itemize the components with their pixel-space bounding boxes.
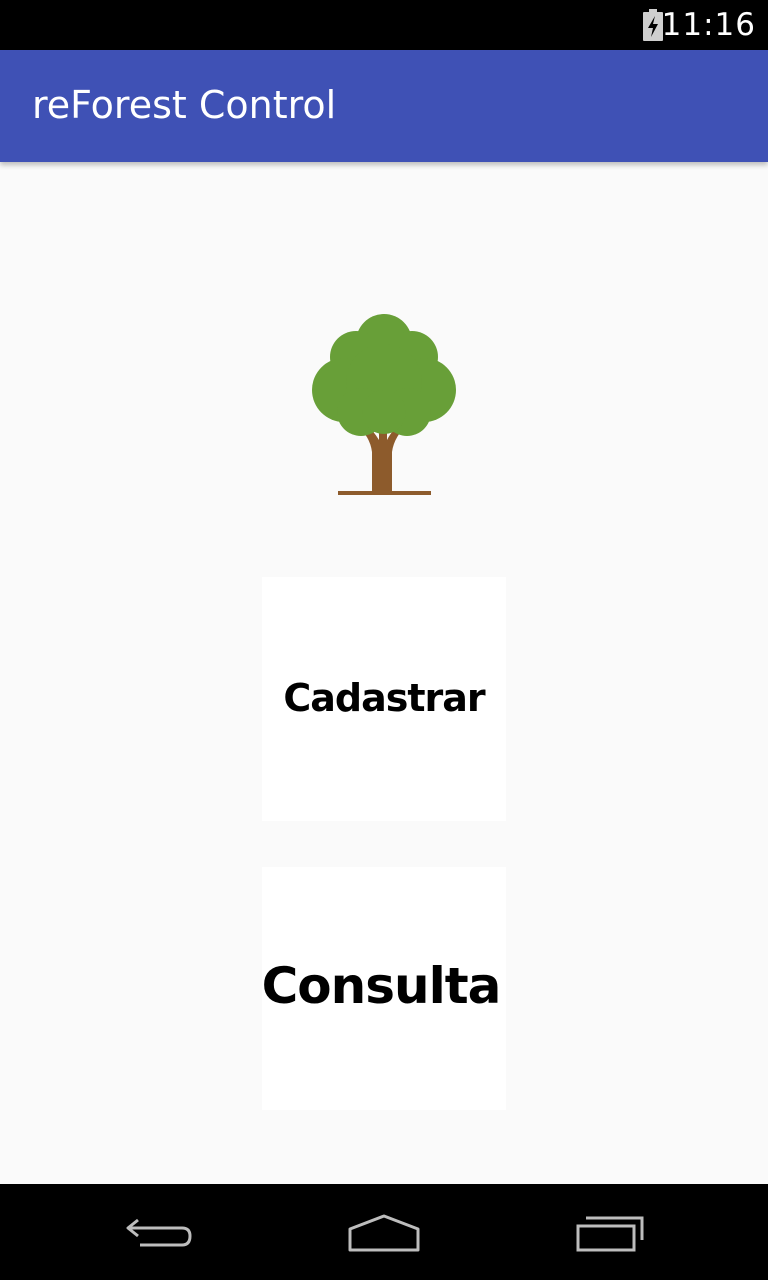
app-bar: reForest Control — [0, 50, 768, 162]
status-bar: 11:16 — [0, 0, 768, 50]
main-content: Cadastrar Consulta — [0, 162, 768, 1184]
recents-button[interactable] — [570, 1204, 650, 1260]
recents-icon — [576, 1216, 644, 1252]
back-icon — [126, 1218, 192, 1247]
app-title: reForest Control — [32, 83, 337, 127]
consulta-button[interactable]: Consulta — [262, 867, 506, 1110]
consulta-label: Consulta — [261, 956, 502, 1015]
status-time: 11:16 — [661, 7, 756, 43]
home-button[interactable] — [344, 1204, 424, 1260]
tree-icon — [312, 314, 456, 495]
cadastrar-button[interactable]: Cadastrar — [262, 577, 506, 821]
cadastrar-label: Cadastrar — [283, 676, 485, 720]
navigation-bar — [0, 1184, 768, 1280]
home-icon — [348, 1214, 420, 1252]
back-button[interactable] — [120, 1204, 200, 1260]
